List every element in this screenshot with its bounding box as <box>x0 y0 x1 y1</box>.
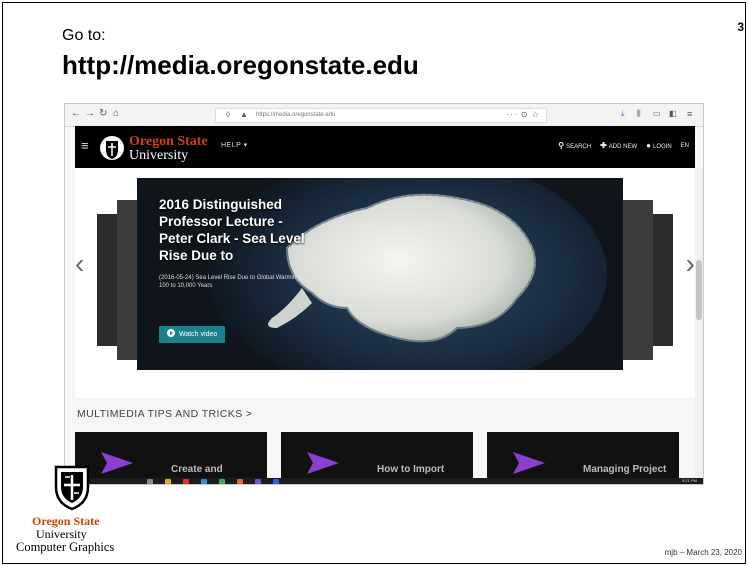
search-icon: ⚲ <box>558 141 565 150</box>
library-icon[interactable]: ⫼ <box>637 108 641 120</box>
watch-video-button[interactable]: Watch video <box>159 326 226 343</box>
lock-icon: ▲ <box>240 110 248 119</box>
plus-icon: ✚ <box>600 141 607 150</box>
menu-icon[interactable]: ≡ <box>687 108 692 120</box>
hamburger-icon[interactable]: ≡ <box>81 138 89 153</box>
star-icon <box>101 452 133 474</box>
app-icon[interactable] <box>255 479 261 484</box>
add-new-label: ADD NEW <box>608 144 638 150</box>
browser-toolbar: ← → ↻ ⌂ ◊ ▲ https://media.oregonstate.ed… <box>65 104 703 127</box>
home-icon[interactable]: ⌂ <box>113 108 119 120</box>
address-bar[interactable]: ◊ ▲ https://media.oregonstate.edu ··· ⊙ … <box>215 108 547 123</box>
add-new-button[interactable]: ✚ ADD NEW <box>600 141 637 150</box>
logo-dept-text: Computer Graphics <box>16 540 115 554</box>
watch-video-label: Watch video <box>179 331 218 338</box>
site-navbar: ≡ Oregon State University HELP ▾ ⚲ SEARCH… <box>75 126 695 168</box>
login-button[interactable]: ● LOGIN <box>646 141 672 150</box>
page-scrollbar[interactable] <box>695 168 703 478</box>
app-icon[interactable] <box>273 479 279 484</box>
shield-icon: ◊ <box>226 110 230 119</box>
page-actions-icon[interactable]: ··· ⊙ ☆ <box>507 110 540 119</box>
slide-number: 3 <box>737 20 744 34</box>
browser-icon[interactable] <box>201 479 207 484</box>
scroll-thumb[interactable] <box>696 260 702 320</box>
reload-icon[interactable]: ↻ <box>99 108 107 120</box>
explorer-icon[interactable] <box>165 479 171 484</box>
carousel: ‹ › 2016 Distinguished Professor Lecture… <box>75 168 695 398</box>
taskbar-clock: 5:21 PM <box>682 478 697 483</box>
video-card-title: Create and <box>171 464 223 475</box>
address-url: https://media.oregonstate.edu <box>256 112 336 118</box>
footer-date: mjb – March 23, 2020 <box>664 548 742 557</box>
windows-taskbar: 5:21 PM <box>65 478 703 484</box>
app-icon[interactable] <box>219 479 225 484</box>
sidebar-icon[interactable]: ▭ <box>653 108 661 120</box>
browser-screenshot: ← → ↻ ⌂ ◊ ▲ https://media.oregonstate.ed… <box>64 103 704 485</box>
video-card-title: Managing Project <box>583 464 667 475</box>
slide: 3 Go to: http://media.oregonstate.edu ← … <box>0 0 748 566</box>
brand-line2[interactable]: University <box>129 148 188 164</box>
star-icon <box>307 452 339 474</box>
app-icon[interactable] <box>183 479 189 484</box>
chevron-left-icon[interactable]: ‹ <box>75 248 84 280</box>
login-label: LOGIN <box>652 144 672 150</box>
hero-title[interactable]: 2016 Distinguished Professor Lecture - P… <box>159 196 319 264</box>
osu-logo-icon[interactable] <box>99 134 125 162</box>
section-title[interactable]: MULTIMEDIA TIPS AND TRICKS > <box>77 408 252 420</box>
osu-shield-icon <box>54 465 90 511</box>
hero-subtitle: (2016-05-24) Sea Level Rise Due to Globa… <box>159 275 316 289</box>
firefox-icon[interactable] <box>237 479 243 484</box>
download-icon[interactable]: ⤓ <box>621 108 625 120</box>
user-icon: ● <box>646 141 651 150</box>
language-button[interactable]: EN <box>681 143 689 149</box>
search-button[interactable]: ⚲ SEARCH <box>558 141 591 150</box>
goto-label: Go to: <box>62 27 106 44</box>
chevron-right-icon[interactable]: › <box>686 248 695 280</box>
video-card-title: How to Import <box>377 464 445 475</box>
forward-icon[interactable]: → <box>85 108 95 120</box>
back-icon[interactable]: ← <box>71 108 81 120</box>
help-menu[interactable]: HELP ▾ <box>221 141 248 149</box>
url-heading: http://media.oregonstate.edu <box>62 50 419 80</box>
hero-slide[interactable]: 2016 Distinguished Professor Lecture - P… <box>137 178 623 370</box>
start-icon[interactable] <box>147 479 153 484</box>
star-icon <box>513 452 545 474</box>
extension-icon[interactable]: ◧ <box>669 108 677 120</box>
nav-actions: ⚲ SEARCH ✚ ADD NEW ● LOGIN EN <box>558 141 689 150</box>
play-icon <box>167 329 175 337</box>
search-label: SEARCH <box>566 144 592 150</box>
